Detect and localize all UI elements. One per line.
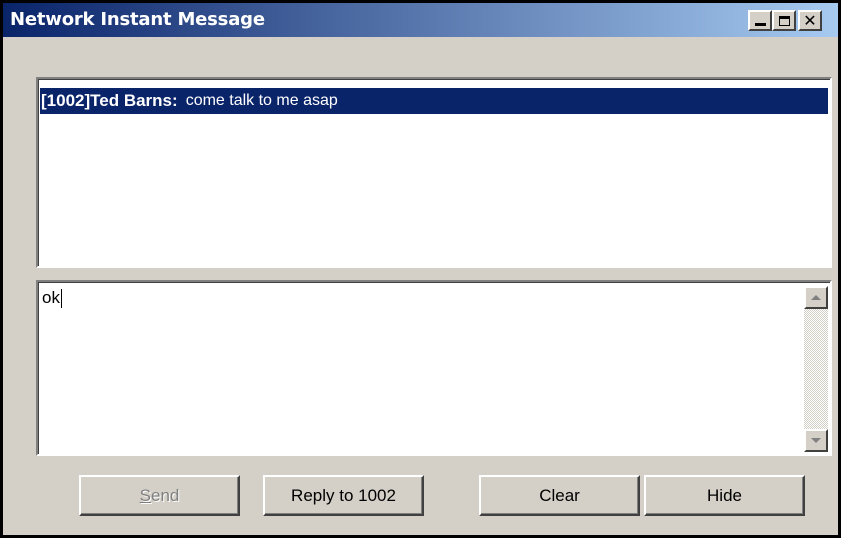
send-label-accelerator: S (139, 485, 151, 505)
compose-scrollbar[interactable] (804, 286, 828, 452)
maximize-icon (778, 15, 790, 26)
message-list-item[interactable]: [1002]Ted Barns: come talk to me asap (40, 88, 828, 114)
message-list[interactable]: [1002]Ted Barns: come talk to me asap (36, 77, 832, 268)
send-button[interactable]: Send (79, 475, 240, 516)
window-title: Network Instant Message (10, 9, 265, 30)
arrow-down-icon (811, 438, 821, 443)
reply-label: Reply to 1002 (291, 485, 396, 505)
close-button[interactable]: ✕ (798, 10, 822, 31)
compose-value: ok (42, 288, 60, 307)
minimize-button[interactable] (748, 10, 772, 31)
message-text: come talk to me asap (185, 92, 338, 109)
message-sender: [1002]Ted Barns: (41, 91, 178, 110)
send-label-rest: end (150, 485, 180, 505)
compose-text: ok (42, 288, 62, 309)
text-caret (60, 289, 62, 309)
arrow-up-icon (811, 295, 821, 300)
maximize-button[interactable] (772, 10, 796, 31)
scroll-down-button[interactable] (804, 429, 828, 452)
compose-textarea[interactable]: ok (36, 280, 832, 456)
minimize-icon (754, 23, 766, 26)
hide-label: Hide (707, 485, 742, 505)
title-bar[interactable]: Network Instant Message ✕ (3, 3, 838, 37)
reply-button[interactable]: Reply to 1002 (263, 475, 424, 516)
scroll-up-button[interactable] (804, 286, 828, 309)
close-icon: ✕ (803, 10, 817, 30)
clear-button[interactable]: Clear (479, 475, 640, 516)
clear-label: Clear (539, 485, 580, 505)
im-window: Network Instant Message ✕ [1002]Ted Barn… (0, 0, 841, 538)
hide-button[interactable]: Hide (644, 475, 805, 516)
